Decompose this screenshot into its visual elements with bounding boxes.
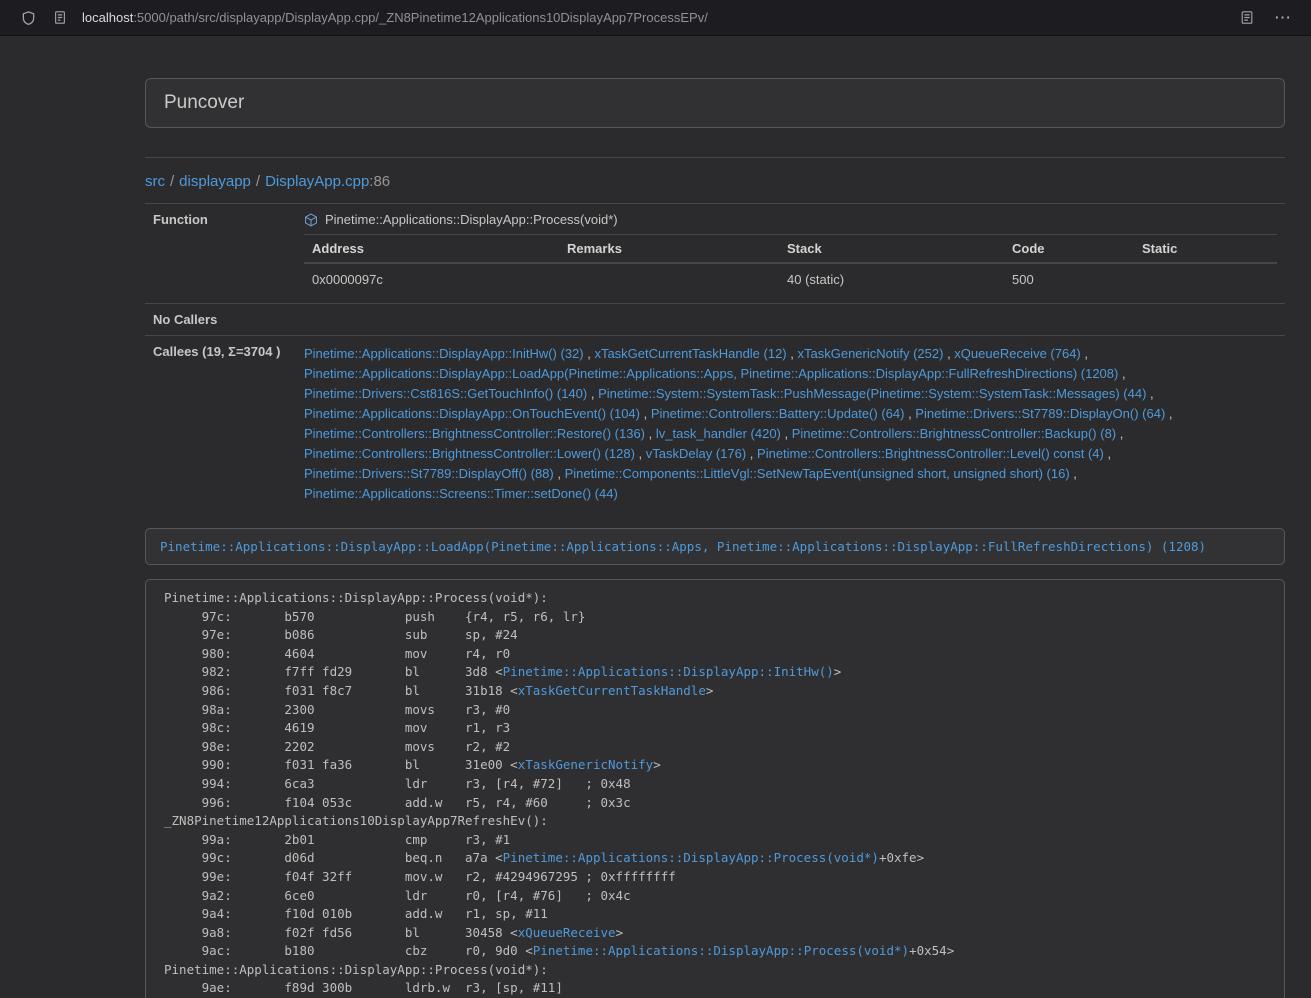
callee-separator: ,: [584, 346, 595, 361]
url-bar[interactable]: localhost:5000/path/src/displayapp/Displ…: [82, 10, 708, 25]
function-name: Pinetime::Applications::DisplayApp::Proc…: [325, 212, 618, 227]
page-icon[interactable]: [48, 6, 72, 30]
callee-separator: ,: [1118, 366, 1125, 381]
callee-link[interactable]: Pinetime::Applications::DisplayApp::Init…: [304, 346, 584, 361]
breadcrumb-separator: /: [256, 173, 260, 190]
code-symbol-link[interactable]: Pinetime::Applications::DisplayApp::Proc…: [533, 943, 909, 958]
callee-link[interactable]: Pinetime::Applications::DisplayApp::OnTo…: [304, 406, 640, 421]
callee-separator: ,: [645, 426, 656, 441]
column-header-static: Static: [1134, 235, 1277, 264]
breadcrumb-line-number: :86: [369, 173, 390, 190]
callee-link[interactable]: Pinetime::Drivers::Cst816S::GetTouchInfo…: [304, 386, 587, 401]
callee-separator: ,: [781, 426, 792, 441]
callee-separator: ,: [1165, 406, 1172, 421]
page-content: Puncover src / displayapp / DisplayApp.cpp:8…: [145, 78, 1285, 998]
callee-link[interactable]: Pinetime::Applications::Screens::Timer::…: [304, 486, 618, 501]
highlighted-symbol-link[interactable]: Pinetime::Applications::DisplayApp::Load…: [160, 539, 1206, 554]
callee-separator: ,: [1081, 346, 1088, 361]
callee-link[interactable]: Pinetime::Drivers::St7789::DisplayOff() …: [304, 466, 554, 481]
callee-link[interactable]: xQueueReceive (764): [954, 346, 1080, 361]
callee-link[interactable]: xTaskGetCurrentTaskHandle (12): [594, 346, 786, 361]
callee-separator: ,: [1104, 446, 1111, 461]
column-header-stack: Stack: [779, 235, 1004, 264]
callee-link[interactable]: xTaskGenericNotify (252): [798, 346, 944, 361]
callee-separator: ,: [1146, 386, 1153, 401]
callee-link[interactable]: Pinetime::Controllers::BrightnessControl…: [304, 426, 645, 441]
callee-link[interactable]: Pinetime::Controllers::BrightnessControl…: [304, 446, 635, 461]
callee-link[interactable]: vTaskDelay (176): [646, 446, 746, 461]
callee-link[interactable]: Pinetime::Applications::DisplayApp::Load…: [304, 366, 1118, 381]
callee-separator: ,: [640, 406, 651, 421]
column-header-code: Code: [1004, 235, 1134, 264]
callee-separator: ,: [943, 346, 954, 361]
stat-code: 500: [1004, 263, 1134, 295]
callee-link[interactable]: Pinetime::Components::LittleVgl::SetNewT…: [565, 466, 1070, 481]
code-symbol-link[interactable]: xQueueReceive: [518, 925, 616, 940]
function-name-line: Pinetime::Applications::DisplayApp::Proc…: [304, 212, 1277, 227]
callee-separator: ,: [787, 346, 798, 361]
code-symbol-link[interactable]: xTaskGenericNotify: [518, 757, 653, 772]
stats-row: 0x0000097c 40 (static) 500: [304, 263, 1277, 295]
toolbar-right-group: ⋯: [1235, 6, 1301, 30]
function-symbol-icon: [304, 213, 318, 227]
callee-link[interactable]: Pinetime::Drivers::St7789::DisplayOn() (…: [915, 406, 1165, 421]
function-row: Function Pinetime::Applications::Display…: [145, 204, 1285, 304]
function-table: Function Pinetime::Applications::Display…: [145, 203, 1285, 512]
code-symbol-link[interactable]: Pinetime::Applications::DisplayApp::Proc…: [503, 850, 879, 865]
shield-icon[interactable]: [16, 6, 40, 30]
breadcrumb-link-src[interactable]: src: [145, 173, 165, 190]
stats-header-row: Address Remarks Stack Code Static: [304, 235, 1277, 264]
callee-separator: ,: [554, 466, 565, 481]
url-host: localhost: [82, 10, 133, 25]
url-path: :5000/path/src/displayapp/DisplayApp.cpp…: [133, 10, 708, 25]
content-divider: [145, 157, 1285, 158]
stat-static: [1134, 263, 1277, 295]
callee-separator: ,: [635, 446, 646, 461]
no-callers-label: No Callers: [145, 304, 296, 336]
callee-link[interactable]: lv_task_handler (420): [656, 426, 781, 441]
callee-link[interactable]: Pinetime::Controllers::Battery::Update()…: [651, 406, 905, 421]
column-header-remarks: Remarks: [559, 235, 779, 264]
browser-toolbar: localhost:5000/path/src/displayapp/Displ…: [0, 0, 1311, 36]
column-header-address: Address: [304, 235, 559, 264]
callee-separator: ,: [904, 406, 915, 421]
callee-separator: ,: [1070, 466, 1077, 481]
callee-separator: ,: [1116, 426, 1123, 441]
code-symbol-link[interactable]: Pinetime::Applications::DisplayApp::Init…: [503, 664, 834, 679]
callee-separator: ,: [587, 386, 598, 401]
callees-row: Callees (19, Σ=3704 ) Pinetime::Applicat…: [145, 336, 1285, 513]
no-callers-row: No Callers: [145, 304, 1285, 336]
breadcrumb-link-file[interactable]: DisplayApp.cpp: [265, 173, 369, 190]
callees-list: Pinetime::Applications::DisplayApp::Init…: [304, 344, 1277, 504]
breadcrumb: src / displayapp / DisplayApp.cpp:86: [145, 173, 1285, 190]
callee-separator: ,: [746, 446, 757, 461]
callees-label: Callees (19, Σ=3704 ): [145, 336, 296, 513]
function-label: Function: [145, 204, 296, 304]
reader-mode-icon[interactable]: [1235, 6, 1259, 30]
breadcrumb-link-displayapp[interactable]: displayapp: [179, 173, 251, 190]
app-title: Puncover: [164, 92, 244, 113]
highlight-panel: Pinetime::Applications::DisplayApp::Load…: [145, 528, 1285, 565]
breadcrumb-separator: /: [170, 173, 174, 190]
app-header: Puncover: [145, 78, 1285, 128]
callee-link[interactable]: Pinetime::Controllers::BrightnessControl…: [757, 446, 1104, 461]
stat-address: 0x0000097c: [304, 263, 559, 295]
disassembly-code: Pinetime::Applications::DisplayApp::Proc…: [145, 579, 1285, 998]
callee-link[interactable]: Pinetime::Controllers::BrightnessControl…: [792, 426, 1116, 441]
callee-link[interactable]: Pinetime::System::SystemTask::PushMessag…: [598, 386, 1146, 401]
stats-table: Address Remarks Stack Code Static 0x0000…: [304, 234, 1277, 295]
stat-stack: 40 (static): [779, 263, 1004, 295]
stat-remarks: [559, 263, 779, 295]
overflow-menu-icon[interactable]: ⋯: [1271, 6, 1295, 30]
code-symbol-link[interactable]: xTaskGetCurrentTaskHandle: [518, 683, 706, 698]
